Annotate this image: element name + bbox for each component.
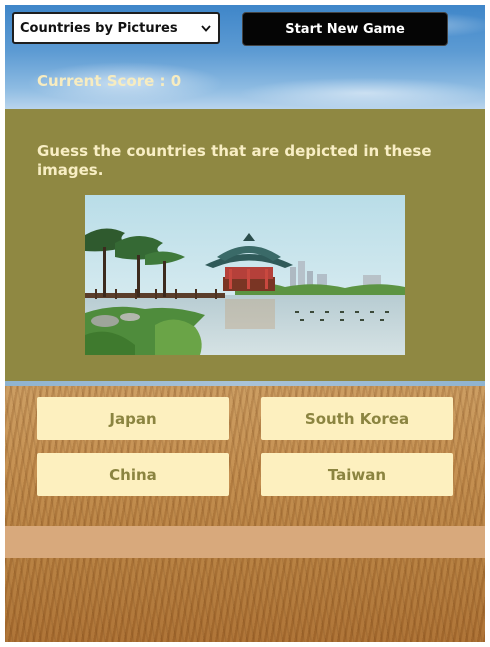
chevron-down-icon [200, 22, 212, 34]
feedback-bar [5, 526, 485, 558]
answer-button-china[interactable]: China [37, 453, 229, 496]
pagoda-lake-photo [85, 195, 405, 355]
current-score: Current Score : 0 [37, 72, 182, 90]
start-new-game-button[interactable]: Start New Game [242, 12, 448, 46]
question-panel: Guess the countries that are depicted in… [5, 109, 485, 381]
question-image [85, 195, 405, 355]
category-select[interactable]: Countries by Pictures [12, 12, 220, 44]
answer-button-taiwan[interactable]: Taiwan [261, 453, 453, 496]
app-root: Countries by Pictures Start New Game Cur… [5, 5, 485, 642]
category-select-value: Countries by Pictures [20, 20, 178, 36]
answer-button-japan[interactable]: Japan [37, 397, 229, 440]
question-prompt: Guess the countries that are depicted in… [37, 142, 432, 179]
answer-button-south-korea[interactable]: South Korea [261, 397, 453, 440]
divider [5, 381, 485, 386]
